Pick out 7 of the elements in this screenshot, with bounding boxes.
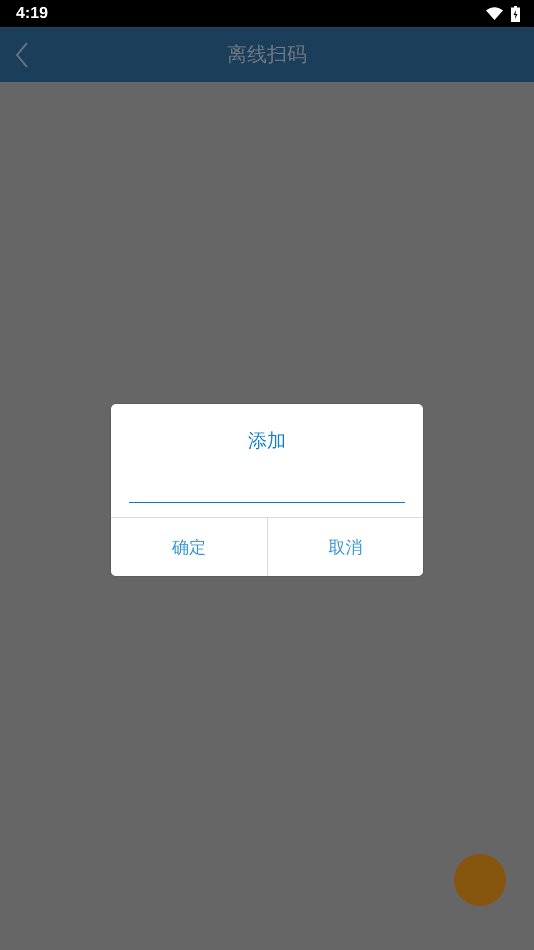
wifi-icon — [486, 7, 503, 20]
cancel-button[interactable]: 取消 — [266, 518, 423, 576]
status-time: 4:19 — [16, 4, 48, 22]
page-title: 离线扫码 — [227, 41, 307, 68]
back-icon — [14, 41, 30, 69]
battery-icon — [511, 6, 520, 22]
dialog-title: 添加 — [247, 429, 287, 454]
